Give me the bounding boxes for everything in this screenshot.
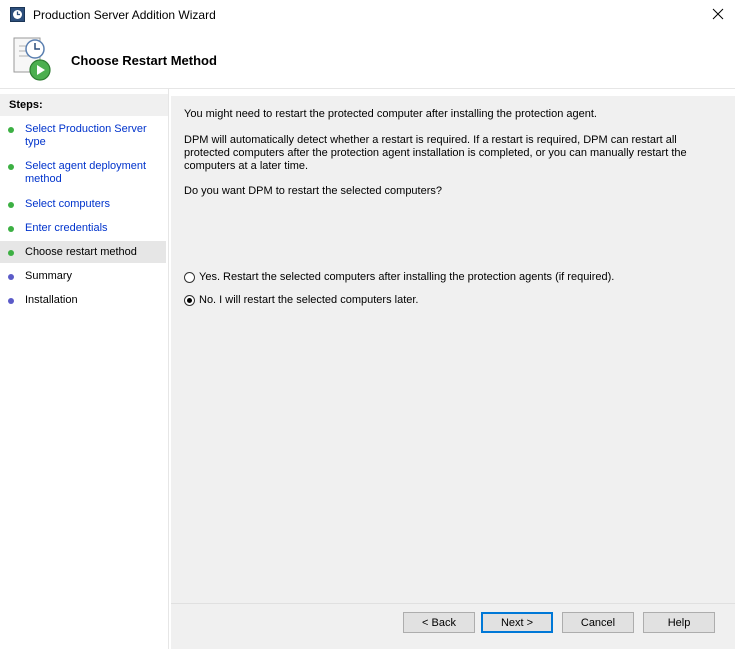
title-bar: Production Server Addition Wizard [0,0,735,31]
close-icon [712,8,724,23]
footer-divider [171,603,735,604]
step-summary: Summary [0,270,166,283]
help-button[interactable]: Help [643,612,715,633]
steps-divider [168,89,169,649]
step-label: Select computers [25,198,110,210]
step-status-dot [8,250,14,256]
next-button[interactable]: Next > [481,612,553,633]
steps-panel: Steps: Select Production Server type Sel… [0,89,169,649]
step-status-dot [8,202,14,208]
detail-text: DPM will automatically detect whether a … [184,134,687,172]
step-select-agent-deployment-method[interactable]: Select agent deployment method [0,160,166,186]
window-title: Production Server Addition Wizard [33,8,216,22]
step-select-production-server-type[interactable]: Select Production Server type [0,123,166,149]
step-label: Select Production Server type [25,123,147,148]
restart-yes-option[interactable]: Yes. Restart the selected computers afte… [184,271,614,283]
step-enter-credentials[interactable]: Enter credentials [0,222,166,235]
restart-yes-radio[interactable] [184,271,195,283]
app-icon [10,7,25,22]
step-status-dot [8,274,14,280]
step-label: Enter credentials [25,222,108,234]
clock-document-play-icon [11,36,55,82]
step-select-computers[interactable]: Select computers [0,198,166,211]
step-status-dot [8,127,14,133]
step-label: Summary [25,270,73,282]
step-status-dot [8,164,14,170]
page-title: Choose Restart Method [71,53,217,68]
cancel-button[interactable]: Cancel [562,612,634,633]
step-label: Choose restart method [25,246,137,258]
restart-no-option[interactable]: No. I will restart the selected computer… [184,294,418,306]
step-choose-restart-method: Choose restart method [0,241,166,263]
restart-no-radio[interactable] [184,294,195,306]
main-content: You might need to restart the protected … [171,96,735,649]
wizard-header: Choose Restart Method [0,31,735,88]
question-text: Do you want DPM to restart the selected … [184,185,443,197]
step-installation: Installation [0,294,166,307]
restart-yes-label: Yes. Restart the selected computers afte… [199,271,615,283]
intro-text: You might need to restart the protected … [184,108,597,120]
step-status-dot [8,298,14,304]
restart-no-label: No. I will restart the selected computer… [199,294,419,306]
step-label: Installation [25,294,78,306]
back-button[interactable]: < Back [403,612,475,633]
step-label: Select agent deployment method [25,160,147,185]
steps-heading: Steps: [0,94,169,116]
step-status-dot [8,226,14,232]
close-button[interactable] [700,0,735,31]
